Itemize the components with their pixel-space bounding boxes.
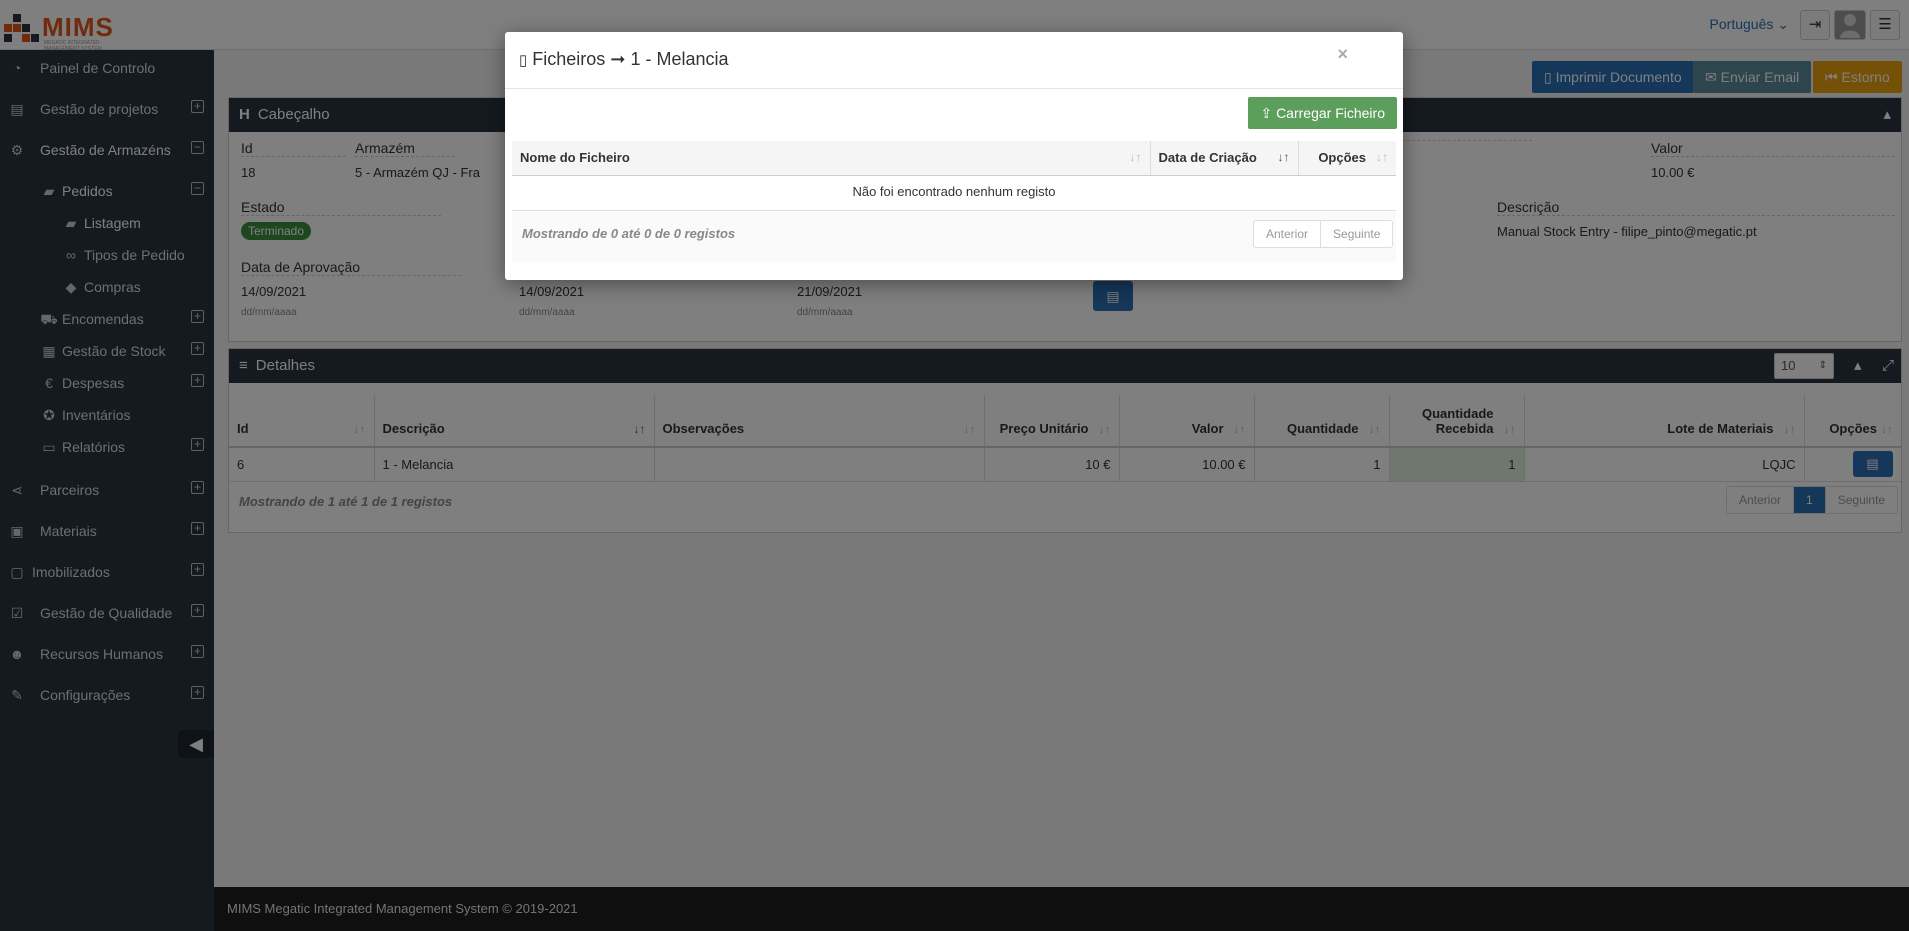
files-pagination: Anterior Seguinte xyxy=(1253,220,1394,248)
files-modal: ▯ Ficheiros ➞ 1 - Melancia × ⇪ Carregar … xyxy=(505,32,1403,280)
modal-title-prefix: Ficheiros xyxy=(532,49,606,69)
files-table: Nome do Ficheiro ↓↑ Data de Criação ↓↑ Opç… xyxy=(512,141,1396,176)
upload-label: Carregar Ficheiro xyxy=(1276,105,1385,121)
column-label: Nome do Ficheiro xyxy=(520,150,630,166)
sort-icon: ↓↑ xyxy=(1376,150,1388,164)
upload-file-button[interactable]: ⇪ Carregar Ficheiro xyxy=(1248,97,1397,129)
upload-icon: ⇪ xyxy=(1260,105,1273,121)
empty-table-message: Não foi encontrado nenhum registo xyxy=(512,175,1396,211)
modal-title-item: 1 - Melancia xyxy=(630,49,729,69)
column-header-options: Opções ↓↑ xyxy=(1298,141,1396,176)
column-label: Opções xyxy=(1318,150,1366,166)
modal-header: ▯ Ficheiros ➞ 1 - Melancia × xyxy=(505,32,1403,89)
column-header-file-name[interactable]: Nome do Ficheiro ↓↑ xyxy=(512,141,1151,176)
sort-desc-icon: ↓↑ xyxy=(1277,150,1290,164)
arrow-right-icon: ➞ xyxy=(610,49,626,69)
pagination-previous[interactable]: Anterior xyxy=(1254,221,1322,247)
file-icon: ▯ xyxy=(519,52,528,69)
sort-icon: ↓↑ xyxy=(1129,150,1142,164)
pagination-next[interactable]: Seguinte xyxy=(1321,221,1392,247)
table-header-row: Nome do Ficheiro ↓↑ Data de Criação ↓↑ Opç… xyxy=(512,141,1396,176)
column-header-created-date[interactable]: Data de Criação ↓↑ xyxy=(1150,141,1299,176)
modal-title: ▯ Ficheiros ➞ 1 - Melancia xyxy=(519,49,728,70)
table-info: Mostrando de 0 até 0 de 0 registos xyxy=(522,226,736,241)
close-icon[interactable]: × xyxy=(1337,44,1348,65)
column-label: Data de Criação xyxy=(1158,150,1257,166)
